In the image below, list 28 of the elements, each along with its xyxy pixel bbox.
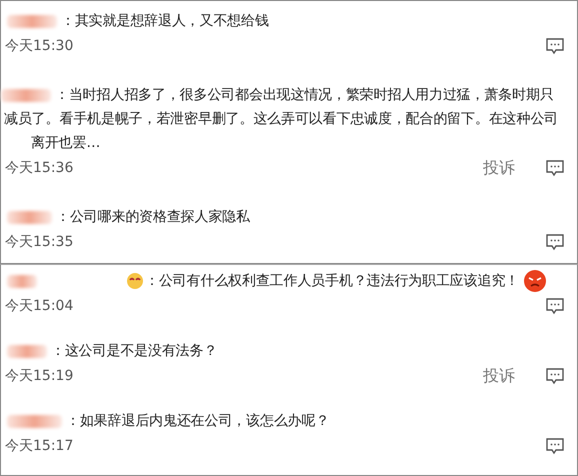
comment-time: 今天15:35 (5, 233, 74, 251)
blurred-username (7, 210, 52, 224)
comment-time: 今天15:36 (5, 159, 74, 177)
report-link[interactable]: 投诉 (483, 366, 515, 386)
reply-icon[interactable] (545, 37, 565, 55)
comment-time: 今天15:17 (5, 437, 74, 455)
reply-icon[interactable] (545, 233, 565, 251)
reply-icon[interactable] (545, 367, 565, 385)
reply-icon[interactable] (545, 159, 565, 177)
comment-time: 今天15:04 (5, 297, 74, 315)
blurred-username (7, 414, 62, 428)
comment-time: 今天15:19 (5, 367, 74, 385)
blurred-username (7, 14, 57, 28)
comment-text: ：公司哪来的资格查探人家隐私 (56, 208, 250, 226)
comment-text: ：当时招人招多了，很多公司都会出现这情况，繁荣时招人用力过猛，萧条时期只 (55, 86, 554, 104)
blurred-username (1, 88, 51, 102)
comment-text: 离开也罢… (31, 134, 100, 152)
blurred-username (7, 274, 37, 288)
reply-icon[interactable] (545, 437, 565, 455)
comment-text: 减员了。看手机是幌子，若泄密早删了。这么弄可以看下忠诚度，配合的留下。在这种公司 (4, 110, 558, 128)
report-link[interactable]: 投诉 (483, 158, 515, 178)
comment-text: ：其实就是想辞退人，又不想给钱 (61, 12, 269, 30)
comment-text: ：如果辞退后内鬼还在公司，该怎么办呢？ (66, 412, 330, 430)
comment-text: ：这公司是不是没有法务？ (51, 342, 218, 360)
comment-text: ：公司有什么权利查工作人员手机？违法行为职工应该追究！ (145, 272, 519, 290)
blurred-username (7, 344, 47, 358)
comment-time: 今天15:30 (5, 37, 74, 55)
reply-icon[interactable] (545, 297, 565, 315)
